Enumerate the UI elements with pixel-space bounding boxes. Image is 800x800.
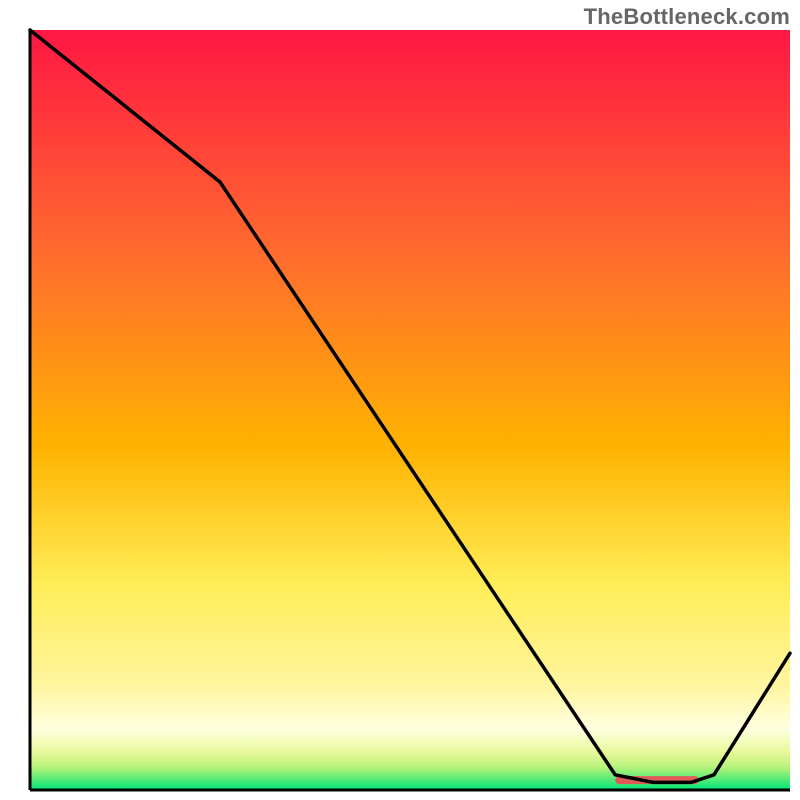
- bottleneck-chart: [0, 0, 800, 800]
- gradient-background: [30, 30, 790, 790]
- chart-frame: TheBottleneck.com: [0, 0, 800, 800]
